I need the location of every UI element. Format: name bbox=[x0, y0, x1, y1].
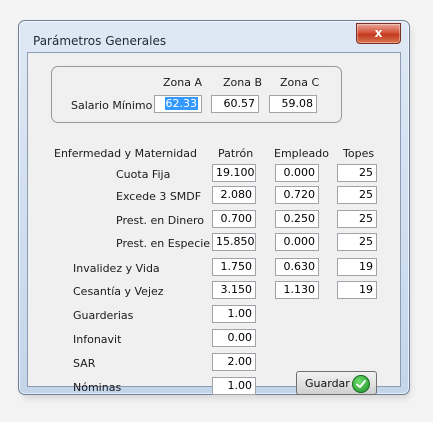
row-label-excede-3-smdf: Excede 3 SMDF bbox=[116, 190, 202, 203]
zona-a-input[interactable]: 62.33 bbox=[154, 95, 202, 113]
row-label-cuota-fija: Cuota Fija bbox=[116, 168, 171, 181]
prest-especie-patron-input[interactable]: 15.850 bbox=[212, 233, 256, 251]
nominas-patron-input[interactable]: 1.00 bbox=[212, 377, 256, 395]
cuota-fija-tope-input[interactable]: 25 bbox=[337, 164, 377, 182]
cuota-fija-empleado-input[interactable]: 0.000 bbox=[275, 164, 319, 182]
close-button[interactable]: x bbox=[356, 23, 401, 44]
cesantia-patron-input[interactable]: 3.150 bbox=[212, 281, 256, 299]
row-label-sar: SAR bbox=[73, 357, 96, 370]
section-label: Enfermedad y Maternidad bbox=[54, 147, 197, 160]
row-label-prest-especie: Prest. en Especie bbox=[116, 237, 211, 250]
excede-patron-input[interactable]: 2.080 bbox=[212, 186, 256, 204]
row-label-guarderias: Guarderias bbox=[73, 309, 134, 322]
infonavit-patron-input[interactable]: 0.00 bbox=[212, 329, 256, 347]
row-label-nominas: Nóminas bbox=[73, 381, 122, 394]
salario-minimo-label: Salario Mínimo bbox=[71, 99, 153, 112]
guarderias-patron-input[interactable]: 1.00 bbox=[212, 305, 256, 323]
guardar-button[interactable]: Guardar bbox=[296, 371, 377, 395]
prest-dinero-tope-input[interactable]: 25 bbox=[337, 210, 377, 228]
cuota-fija-patron-input[interactable]: 19.100 bbox=[212, 164, 256, 182]
prest-dinero-empleado-input[interactable]: 0.250 bbox=[275, 210, 319, 228]
zona-b-input[interactable]: 60.57 bbox=[211, 95, 259, 113]
zona-c-header: Zona C bbox=[280, 76, 320, 89]
excede-tope-input[interactable]: 25 bbox=[337, 186, 377, 204]
client-area: Zona A Zona B Zona C Salario Mínimo 62.3… bbox=[27, 52, 401, 395]
row-label-infonavit: Infonavit bbox=[73, 333, 122, 346]
sar-patron-input[interactable]: 2.00 bbox=[212, 353, 256, 371]
dialog-window: Parámetros Generales x Zona A Zona B Zon… bbox=[18, 20, 410, 395]
patron-header: Patrón bbox=[218, 147, 254, 160]
invalidez-patron-input[interactable]: 1.750 bbox=[212, 258, 256, 276]
guardar-label: Guardar bbox=[305, 377, 350, 390]
prest-especie-tope-input[interactable]: 25 bbox=[337, 233, 377, 251]
cesantia-tope-input[interactable]: 19 bbox=[337, 281, 377, 299]
zona-b-header: Zona B bbox=[223, 76, 263, 89]
row-label-prest-dinero: Prest. en Dinero bbox=[116, 214, 205, 227]
empleado-header: Empleado bbox=[274, 147, 329, 160]
prest-dinero-patron-input[interactable]: 0.700 bbox=[212, 210, 256, 228]
invalidez-empleado-input[interactable]: 0.630 bbox=[275, 258, 319, 276]
invalidez-tope-input[interactable]: 19 bbox=[337, 258, 377, 276]
cesantia-empleado-input[interactable]: 1.130 bbox=[275, 281, 319, 299]
row-label-cesantia: Cesantía y Vejez bbox=[73, 285, 164, 298]
prest-especie-empleado-input[interactable]: 0.000 bbox=[275, 233, 319, 251]
zona-a-header: Zona A bbox=[163, 76, 202, 89]
excede-empleado-input[interactable]: 0.720 bbox=[275, 186, 319, 204]
topes-header: Topes bbox=[343, 147, 375, 160]
row-label-invalidez: Invalidez y Vida bbox=[73, 262, 160, 275]
window-title: Parámetros Generales bbox=[33, 34, 167, 48]
check-icon bbox=[352, 375, 370, 393]
zona-c-input[interactable]: 59.08 bbox=[269, 95, 317, 113]
